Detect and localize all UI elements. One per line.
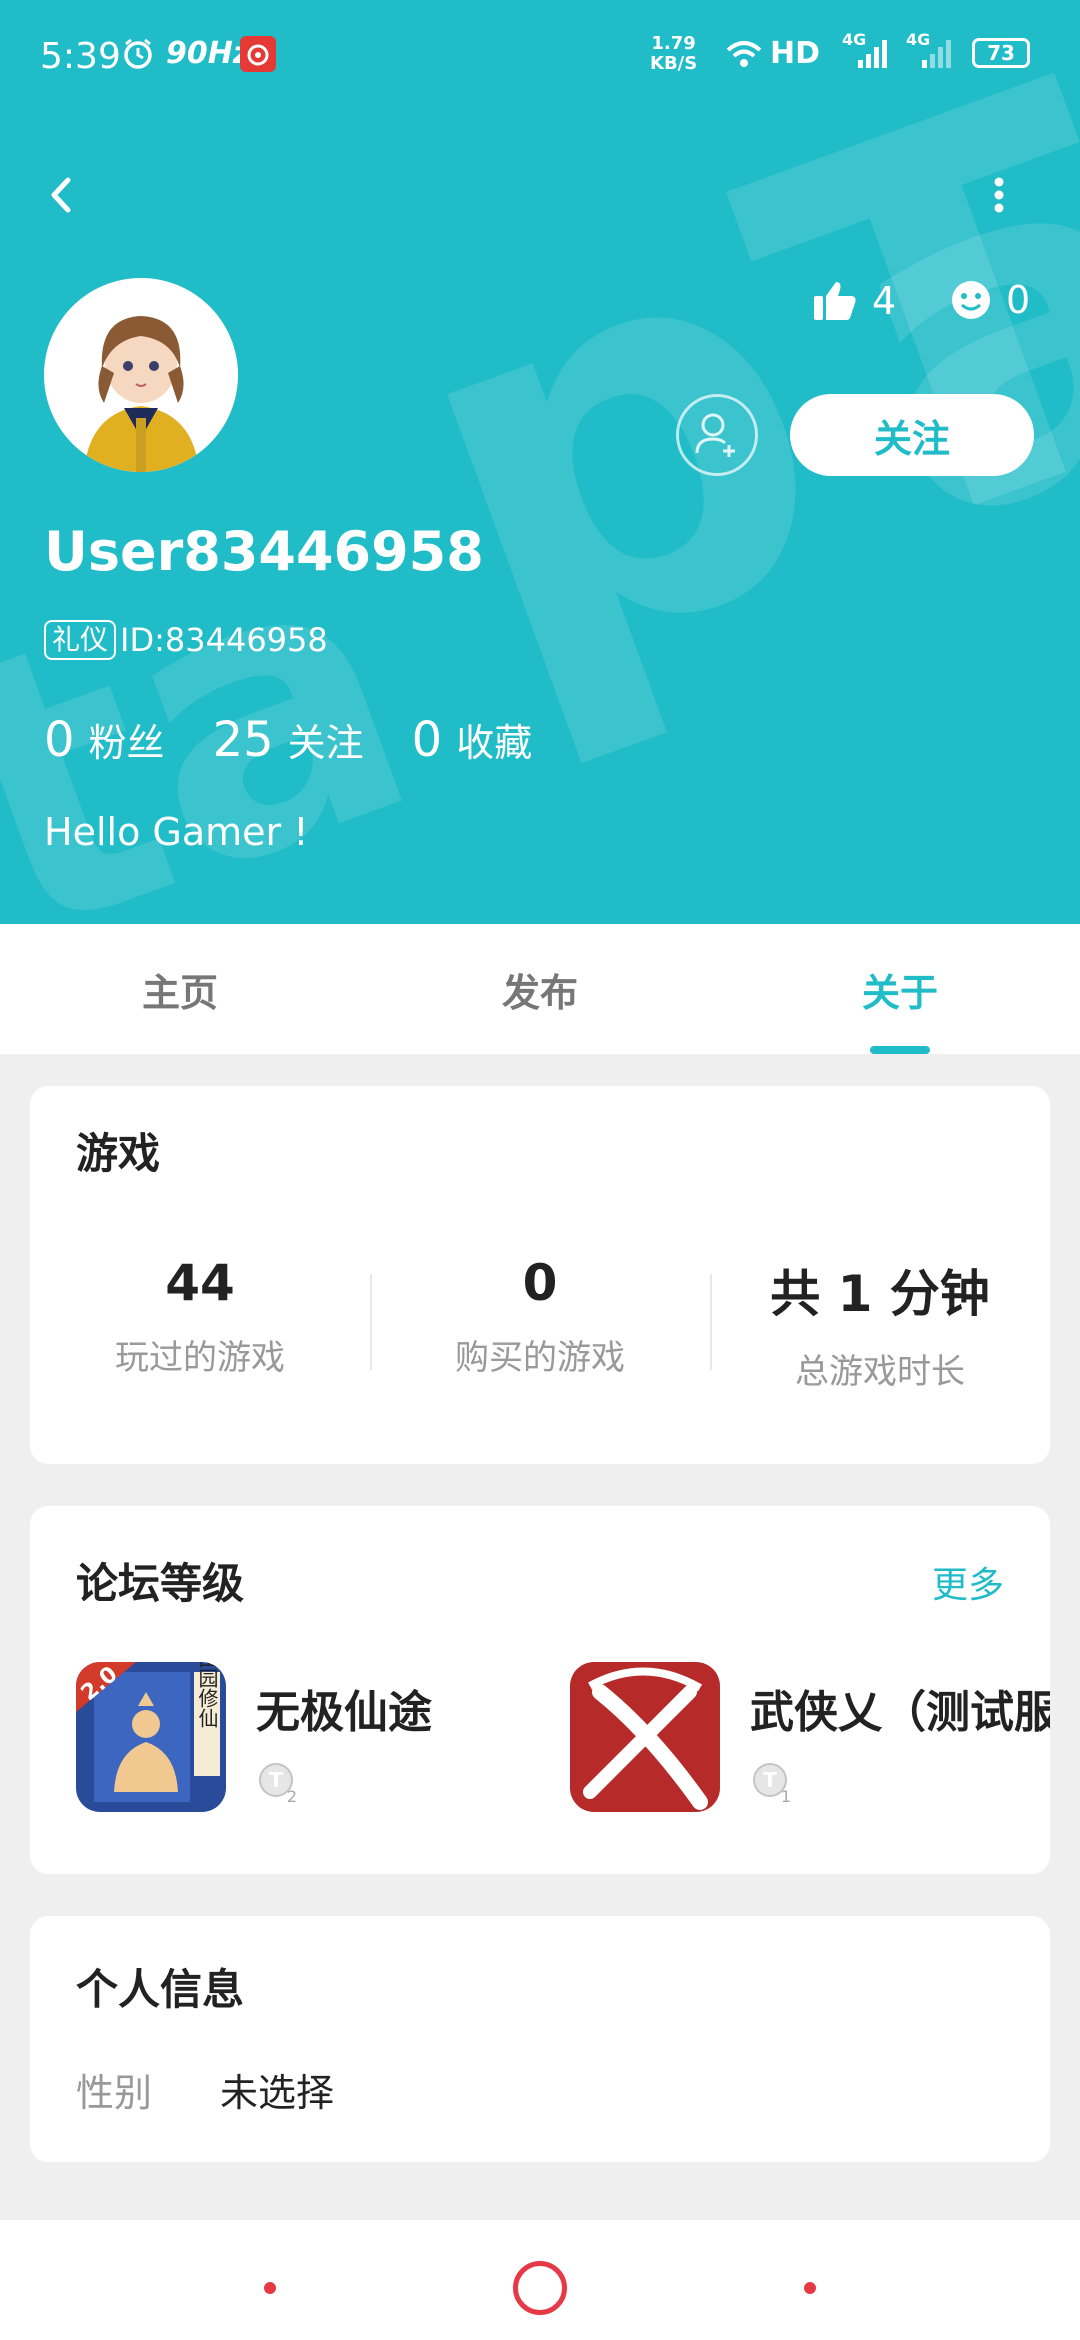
personal-info-card: 个人信息 性别 未选择	[30, 1916, 1050, 2162]
smiles-count: 0	[1006, 278, 1031, 322]
signal-weak-icon	[922, 40, 951, 68]
user-id-line: 礼仪 ID:83446958	[44, 620, 328, 660]
status-time: 5:39	[40, 36, 121, 77]
favorites-count[interactable]: 0 收藏	[412, 712, 533, 768]
personal-info-title: 个人信息	[76, 1965, 245, 2014]
gender-label: 性别	[76, 2071, 153, 2115]
gender-value: 未选择	[220, 2071, 335, 2115]
forum-item[interactable]: 武侠乂（测试服 T 1	[570, 1662, 1050, 1812]
gender-row: 性别 未选择	[76, 2062, 334, 2117]
smile-icon	[952, 281, 990, 319]
svg-text:T: T	[269, 1768, 283, 1792]
etiquette-badge: 礼仪	[44, 620, 117, 660]
tab-home[interactable]: 主页	[0, 924, 360, 1054]
tab-indicator	[870, 1046, 930, 1054]
smiles-stat[interactable]: 0	[950, 278, 1030, 322]
add-friend-button[interactable]	[676, 394, 758, 476]
alarm-icon	[124, 38, 152, 69]
battery-icon: 73	[972, 38, 1030, 68]
game-icon-wuxia	[570, 1662, 720, 1812]
forum-game-name: 无极仙途	[256, 1687, 432, 1738]
following-count[interactable]: 25 关注	[213, 712, 364, 768]
more-link[interactable]: 更多	[932, 1556, 1004, 1608]
likes-count: 4	[872, 279, 897, 323]
forum-level-title: 论坛等级	[76, 1559, 245, 1608]
avatar-image	[44, 278, 238, 472]
svg-text:2: 2	[287, 1787, 297, 1806]
hd-label: HD	[770, 36, 821, 71]
refresh-rate: 90Hz	[166, 36, 251, 71]
level-badge-icon: T 2	[259, 1763, 297, 1806]
nav-back-button[interactable]	[804, 2282, 816, 2294]
tab-posts[interactable]: 发布	[360, 924, 720, 1054]
chevron-left-icon	[51, 177, 71, 213]
net-speed: 1.79 KB/S	[650, 33, 698, 74]
more-vertical-icon	[994, 177, 1004, 213]
add-user-icon	[695, 413, 735, 457]
profile-tabs: 主页 发布 关于	[0, 924, 1080, 1054]
svg-text:T: T	[763, 1768, 777, 1792]
nav-menu-button[interactable]	[264, 2282, 276, 2294]
tab-about[interactable]: 关于	[720, 924, 1080, 1054]
back-button[interactable]	[40, 160, 96, 230]
thumbs-up-icon	[814, 282, 856, 320]
music-app-icon	[240, 36, 276, 72]
fans-count[interactable]: 0 粉丝	[44, 712, 165, 768]
forum-item[interactable]: 2.0 田园修仙 无极仙途 T 2	[76, 1662, 432, 1812]
avatar[interactable]	[44, 278, 238, 472]
follow-button[interactable]: 关注	[790, 394, 1034, 476]
bio: Hello Gamer !	[44, 810, 309, 854]
user-id: ID:83446958	[120, 621, 328, 659]
system-nav-bar	[0, 2220, 1080, 2340]
likes-stat[interactable]: 4	[812, 278, 896, 324]
played-games-stat[interactable]: 44 玩过的游戏	[30, 1254, 370, 1394]
profile-counts: 0 粉丝 25 关注 0 收藏	[44, 712, 580, 768]
playtime-stat[interactable]: 共 1 分钟 总游戏时长	[710, 1254, 1050, 1394]
level-badge-icon: T 1	[753, 1763, 791, 1806]
purchased-games-stat[interactable]: 0 购买的游戏	[370, 1254, 710, 1394]
wifi-icon	[726, 41, 762, 67]
more-options-button[interactable]	[974, 160, 1024, 230]
games-card: 游戏 44 玩过的游戏 0 购买的游戏 共 1 分钟 总游戏时长	[30, 1086, 1050, 1464]
username: User83446958	[44, 520, 484, 583]
forum-game-name: 武侠乂（测试服	[750, 1687, 1050, 1738]
nav-home-button[interactable]	[513, 2261, 567, 2315]
battery-level: 73	[987, 41, 1015, 65]
status-bar: 5:39 90Hz 1.79 KB/S HD 4G 4G 73	[0, 0, 1080, 112]
status-icons: HD 4G 4G 73	[724, 30, 1064, 80]
game-stats: 44 玩过的游戏 0 购买的游戏 共 1 分钟 总游戏时长	[30, 1254, 1050, 1394]
game-icon-wuji: 2.0 田园修仙	[76, 1662, 226, 1812]
svg-text:1: 1	[781, 1787, 791, 1806]
games-title: 游戏	[76, 1129, 161, 1178]
signal-icon	[858, 40, 887, 68]
profile-header: ta pT a 5:39 90Hz 1.79 KB/S HD 4G 4G 73	[0, 0, 1080, 924]
svg-text:田园修仙: 田园修仙	[195, 1662, 219, 1728]
forum-level-card: 论坛等级 更多 2.0 田园修仙 无极仙途 T 2 武侠乂（测试服 T 1	[30, 1506, 1050, 1874]
